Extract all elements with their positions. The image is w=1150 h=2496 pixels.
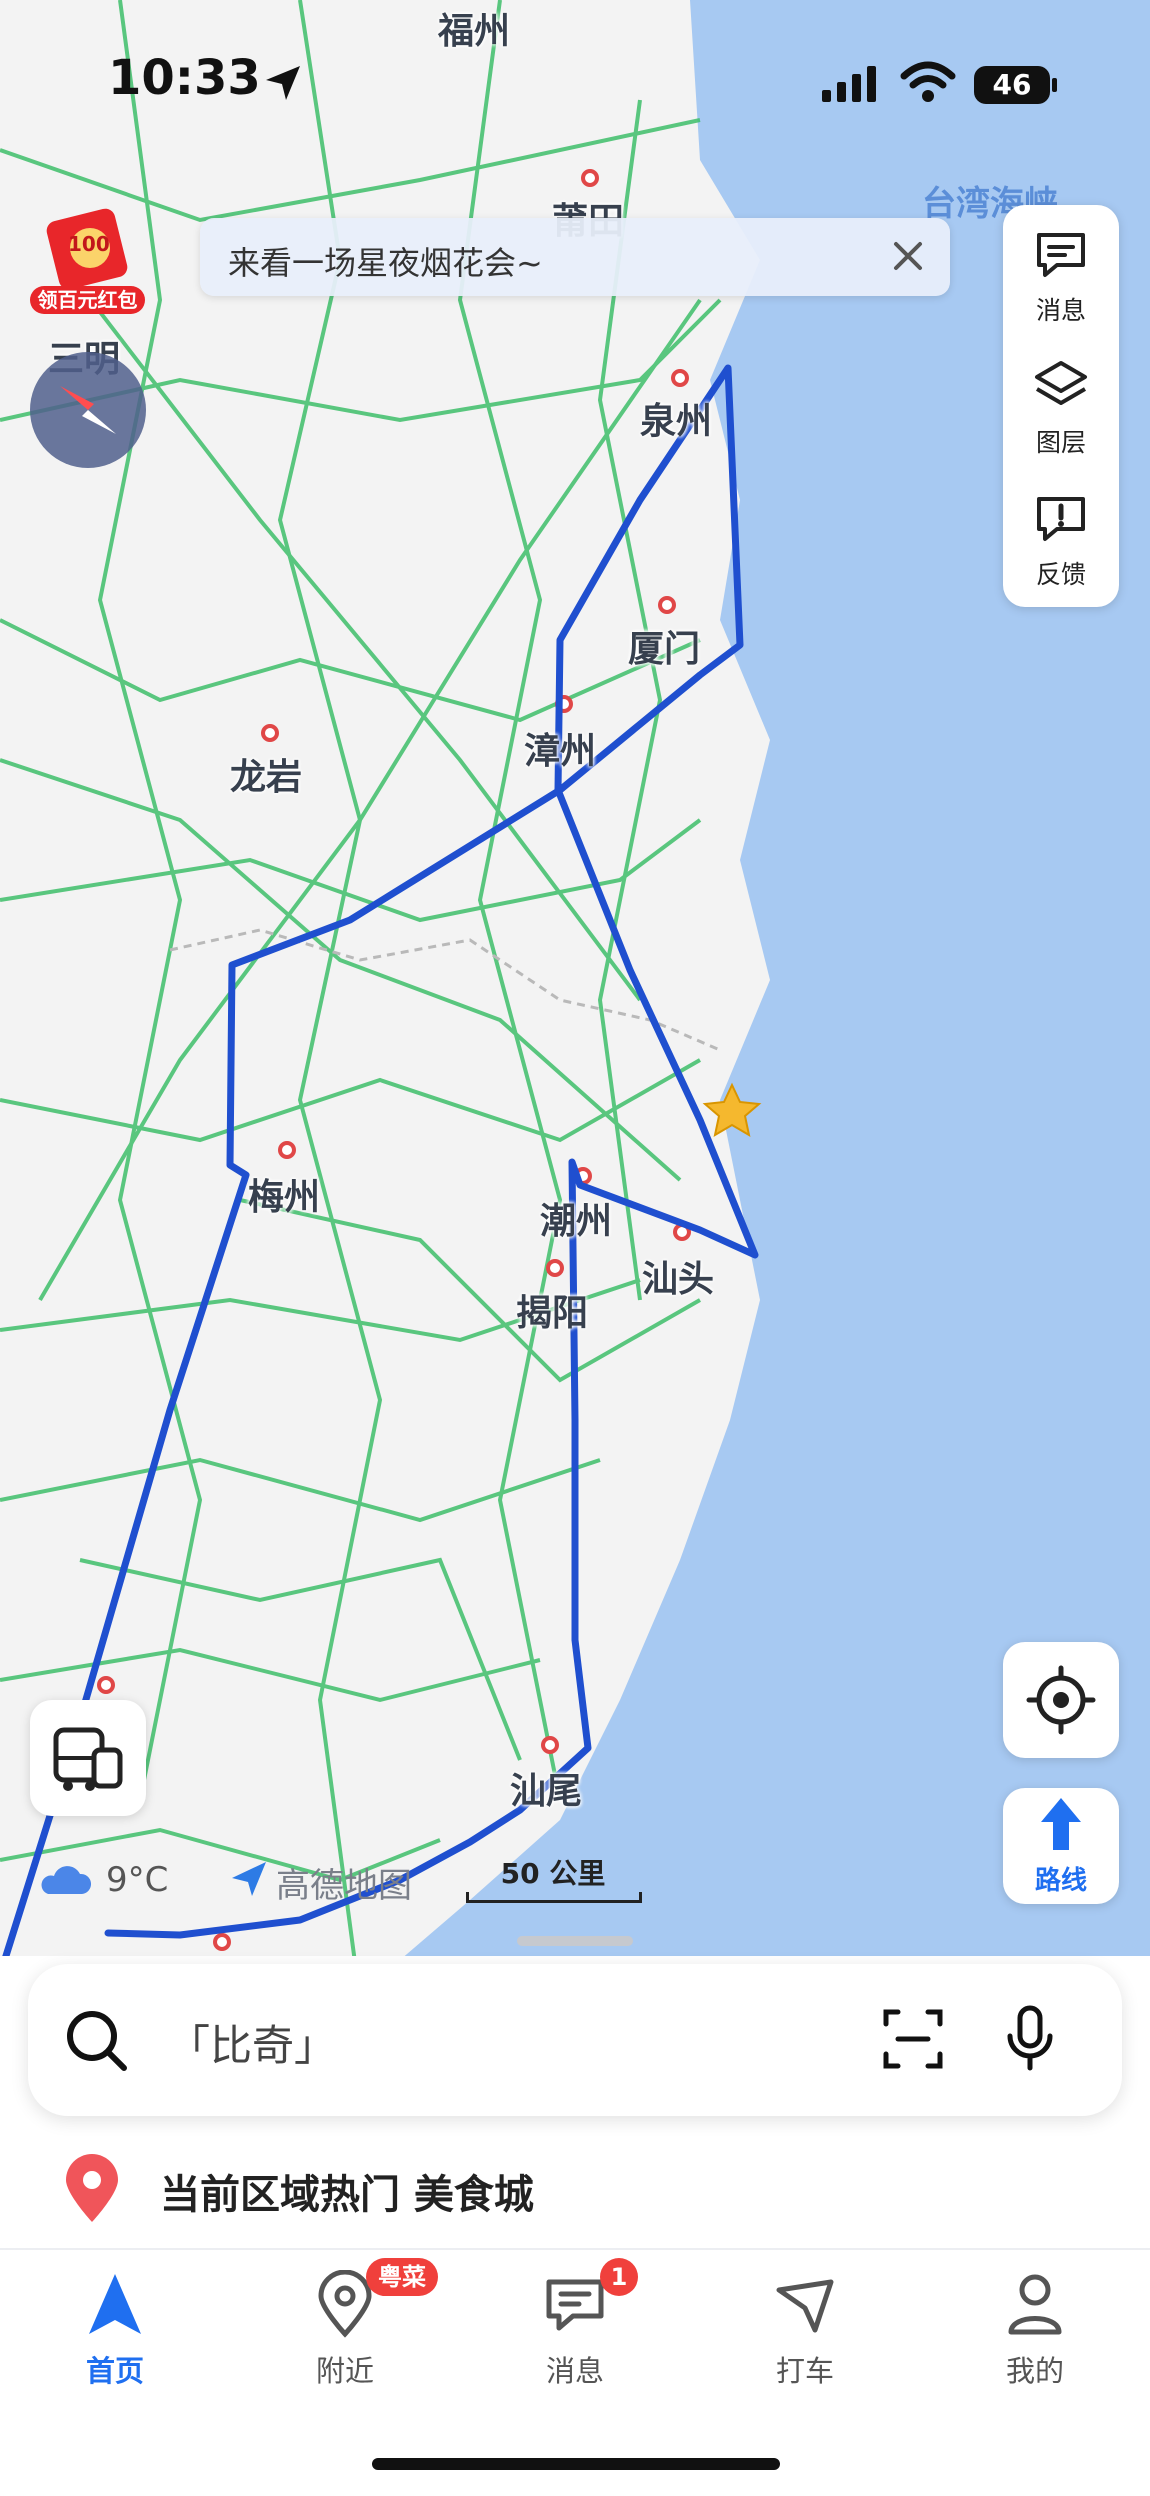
tab-nearby-label: 附近 xyxy=(315,2354,374,2388)
location-pin-icon xyxy=(66,2154,118,2222)
tab-profile[interactable]: 我的 xyxy=(920,2252,1150,2412)
compass-button[interactable] xyxy=(30,352,146,468)
tab-profile-label: 我的 xyxy=(1005,2354,1064,2388)
map-view[interactable]: 福州 莆田 三明 泉州 厦门 漳州 龙岩 梅州 潮州 汕头 揭阳 汕尾 台湾海峡 xyxy=(0,0,1150,2010)
tab-taxi-label: 打车 xyxy=(775,2354,834,2388)
feedback-tool-button[interactable]: 反馈 xyxy=(1003,469,1119,599)
messages-tool-label: 消息 xyxy=(1035,296,1086,325)
weather-temp: 9°C xyxy=(106,1860,169,1900)
route-button-label: 路线 xyxy=(1034,1866,1087,1896)
tab-messages[interactable]: 消息 1 xyxy=(460,2252,690,2412)
tab-nearby[interactable]: 附近 粤菜 xyxy=(230,2252,460,2412)
tab-messages-badge: 1 xyxy=(600,2258,638,2296)
status-bar: 10:33 46 xyxy=(0,0,1150,170)
wifi-icon xyxy=(900,61,956,102)
map-label-meizhou: 梅州 xyxy=(248,1177,321,1218)
route-button[interactable]: 路线 xyxy=(1003,1788,1119,1904)
map-label-xiamen: 厦门 xyxy=(628,629,701,670)
navigation-arrow-icon xyxy=(89,2274,141,2334)
home-indicator xyxy=(372,2458,780,2470)
hot-area-text: 当前区域热门 美食城 xyxy=(160,2172,534,2218)
promo-banner[interactable]: 来看一场星夜烟花会~ xyxy=(200,218,950,296)
tab-bar: 首页 附近 粤菜 消息 1 打车 我的 xyxy=(0,2252,1150,2412)
compass-icon xyxy=(60,386,116,434)
map-label-chaozhou: 潮州 xyxy=(540,1201,613,1242)
tab-home-label: 首页 xyxy=(85,2354,144,2388)
taxi-icon xyxy=(776,2279,834,2333)
map-label-shantou: 汕头 xyxy=(642,1259,715,1300)
search-icon xyxy=(67,2011,127,2071)
tab-nearby-badge: 粤菜 xyxy=(366,2258,438,2296)
status-time: 10:33 xyxy=(108,50,261,106)
red-packet-label: 领百元红包 xyxy=(30,286,145,314)
transit-button[interactable] xyxy=(30,1700,146,1816)
close-icon[interactable] xyxy=(888,236,928,276)
route-arrow-icon xyxy=(1041,1798,1081,1850)
feedback-tool-label: 反馈 xyxy=(1035,560,1086,589)
map-label-jieyang: 揭阳 xyxy=(516,1293,589,1334)
messages-tool-button[interactable]: 消息 xyxy=(1003,205,1119,335)
layers-icon xyxy=(1035,361,1087,405)
weather-widget[interactable]: 9°C xyxy=(34,1860,168,1909)
divider xyxy=(0,2248,1150,2250)
cellular-signal-icon xyxy=(822,66,876,102)
feedback-icon xyxy=(1037,497,1085,541)
red-packet-promo[interactable]: 100 领百元红包 xyxy=(30,208,145,316)
map-label-zhangzhou: 漳州 xyxy=(524,731,597,772)
map-tools-panel: 消息 图层 反馈 xyxy=(1003,205,1119,607)
crosshair-icon xyxy=(1026,1665,1096,1735)
map-scale-label: 50 公里 xyxy=(500,1857,606,1890)
bus-icon xyxy=(53,1727,123,1791)
search-bar[interactable]: 「比奇」 xyxy=(28,1964,1122,2116)
person-icon xyxy=(1008,2274,1062,2335)
hot-area-row[interactable]: 当前区域热门 美食城 xyxy=(0,2140,1150,2250)
promo-banner-text: 来看一场星夜烟花会~ xyxy=(228,244,543,282)
layers-tool-label: 图层 xyxy=(1035,428,1086,457)
battery-cap xyxy=(1052,78,1057,92)
cloud-icon xyxy=(41,1866,92,1894)
chat-icon xyxy=(546,2279,604,2331)
microphone-icon[interactable] xyxy=(1000,2004,1060,2074)
red-packet-amount: 100 xyxy=(68,232,110,256)
map-label-longyan: 龙岩 xyxy=(230,757,303,798)
tab-home[interactable]: 首页 xyxy=(0,2252,230,2412)
location-arrow-icon xyxy=(266,66,300,100)
map-canvas[interactable] xyxy=(0,0,1150,2010)
amap-logo: 高德地图 xyxy=(228,1858,412,1909)
map-label-shanwei: 汕尾 xyxy=(510,1771,583,1812)
tab-taxi[interactable]: 打车 xyxy=(690,2252,920,2412)
sheet-drag-handle[interactable] xyxy=(517,1936,633,1946)
amap-logo-icon xyxy=(232,1862,266,1896)
map-label-quanzhou: 泉州 xyxy=(640,401,713,442)
battery-indicator: 46 xyxy=(974,66,1050,104)
amap-logo-text: 高德地图 xyxy=(276,1866,412,1906)
layers-tool-button[interactable]: 图层 xyxy=(1003,337,1119,467)
search-placeholder: 「比奇」 xyxy=(168,2021,337,2070)
scan-icon[interactable] xyxy=(880,2006,946,2072)
message-icon xyxy=(1037,233,1085,277)
map-scale-bar xyxy=(466,1892,642,1903)
map-scale: 50 公里 xyxy=(466,1852,642,1906)
tab-messages-label: 消息 xyxy=(545,2354,604,2388)
my-location-button[interactable] xyxy=(1003,1642,1119,1758)
